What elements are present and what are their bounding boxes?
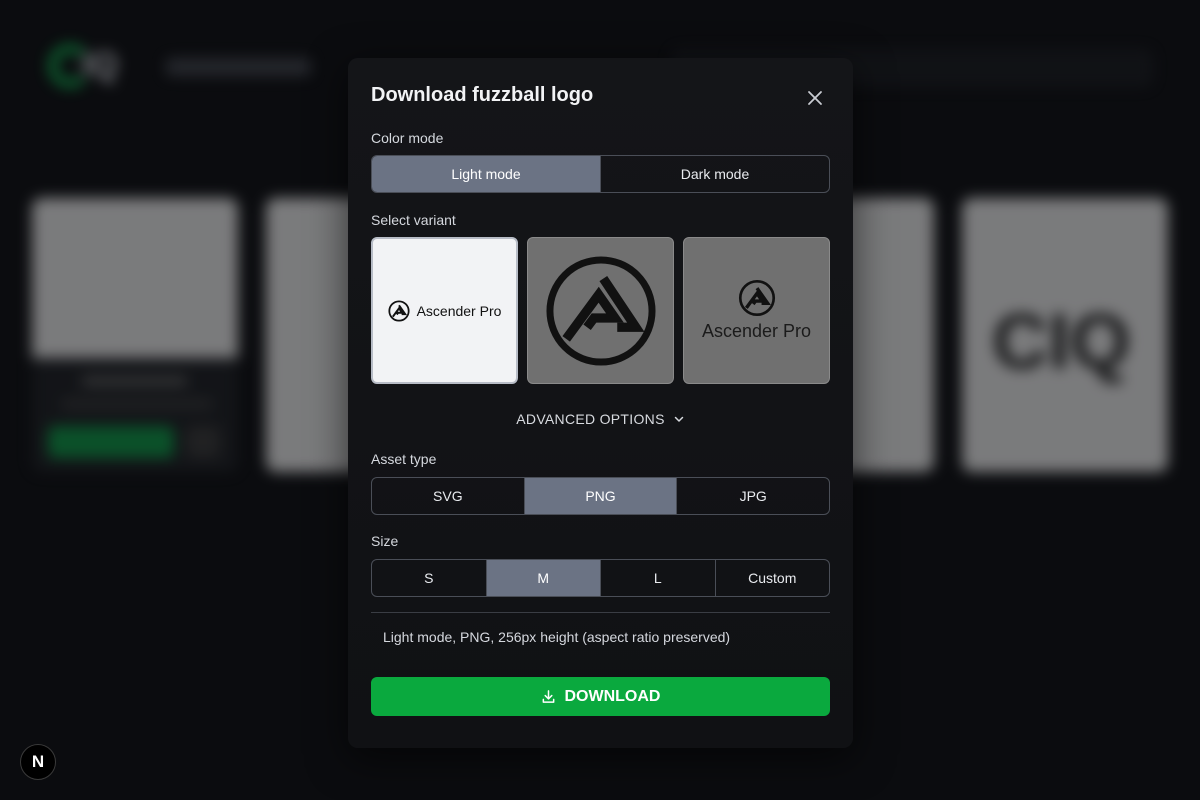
size-custom-option[interactable]: Custom	[714, 560, 830, 596]
ascender-pro-stacked-mark-icon	[738, 279, 775, 317]
summary-divider	[371, 612, 830, 613]
asset-type-svg-option[interactable]: SVG	[372, 478, 524, 514]
select-variant-label: Select variant	[371, 212, 456, 228]
download-summary: Light mode, PNG, 256px height (aspect ra…	[383, 629, 731, 645]
advanced-options-label: ADVANCED OPTIONS	[516, 411, 665, 427]
size-m-option[interactable]: M	[485, 560, 600, 596]
asset-type-png-option[interactable]: PNG	[523, 478, 677, 514]
size-s-option[interactable]: S	[372, 560, 486, 596]
variant-stacked-wordmark[interactable]: Ascender Pro	[683, 237, 830, 384]
variant-horizontal-wordmark[interactable]: Ascender Pro	[371, 237, 518, 384]
color-mode-toggle: Light mode Dark mode	[371, 155, 830, 193]
size-l-option[interactable]: L	[600, 560, 715, 596]
site-logo: IQ	[48, 44, 140, 88]
advanced-options-toggle[interactable]: ADVANCED OPTIONS	[371, 409, 830, 429]
variant-picker: Ascender Pro Ascender Pro	[371, 237, 830, 385]
variant-symbol-only[interactable]	[527, 237, 674, 384]
size-toggle: S M L Custom	[371, 559, 830, 597]
asset-type-label: Asset type	[371, 451, 437, 467]
color-mode-label: Color mode	[371, 130, 444, 146]
download-logo-dialog: Download fuzzball logo Color mode Light …	[348, 58, 853, 748]
download-icon	[542, 690, 554, 703]
color-mode-light-option[interactable]: Light mode	[372, 156, 600, 192]
asset-type-toggle: SVG PNG JPG	[371, 477, 830, 515]
color-mode-dark-option[interactable]: Dark mode	[600, 156, 829, 192]
dev-tools-badge-label: N	[31, 752, 45, 771]
variant-horizontal-text: Ascender Pro	[416, 302, 502, 319]
variant-stacked-text: Ascender Pro	[701, 321, 812, 341]
chevron-down-icon	[674, 416, 683, 422]
ascender-pro-mark-icon	[388, 299, 410, 322]
close-button[interactable]	[804, 87, 826, 109]
dialog-title: Download fuzzball logo	[371, 84, 594, 106]
size-label: Size	[371, 533, 399, 549]
background-card	[32, 198, 238, 472]
site-logo-text: IQ	[82, 46, 118, 84]
close-icon	[808, 91, 822, 105]
download-button-label: DOWNLOAD	[564, 687, 661, 705]
asset-type-jpg-option[interactable]: JPG	[676, 478, 829, 514]
ascender-pro-symbol-icon	[545, 255, 656, 366]
site-nav-text	[166, 58, 311, 76]
background-card-logo: CIQ	[992, 297, 1131, 385]
download-button[interactable]: DOWNLOAD	[371, 677, 830, 716]
dev-tools-badge[interactable]: N	[20, 744, 56, 780]
